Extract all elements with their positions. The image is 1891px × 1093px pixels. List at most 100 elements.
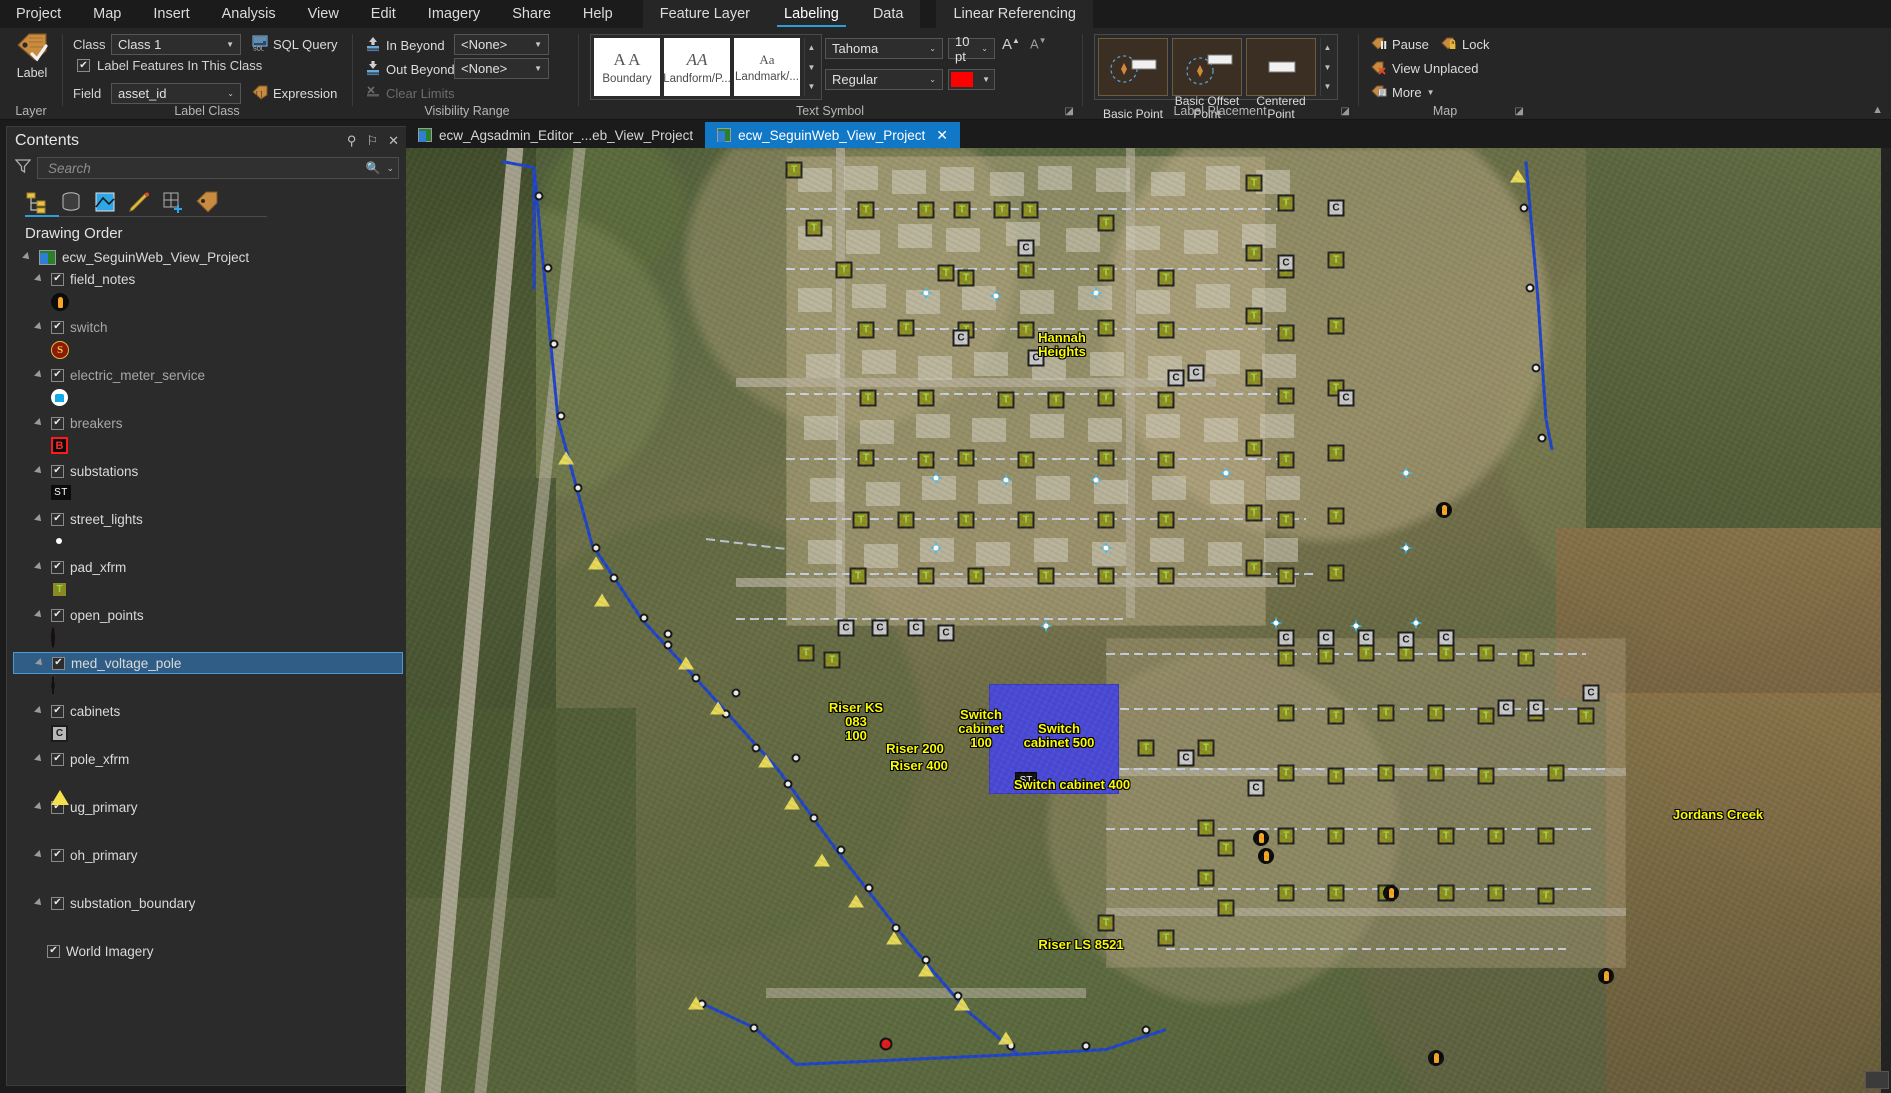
layer-item-field-notes[interactable]: ✔ field_notes	[13, 268, 407, 290]
gallery-scroll-down-icon[interactable]: ▼	[805, 58, 818, 77]
view-unplaced-button[interactable]: View Unplaced	[1368, 58, 1481, 79]
search-input[interactable]	[46, 159, 366, 177]
class-combobox[interactable]: Class 1 ▼	[111, 34, 241, 55]
increase-font-size-button[interactable]: A▲	[1002, 36, 1020, 53]
expander-icon[interactable]	[35, 754, 45, 764]
layer-visibility-checkbox[interactable]: ✔	[51, 464, 64, 478]
text-symbol-dialog-launcher[interactable]: ◪	[1065, 106, 1074, 117]
in-beyond-combobox[interactable]: <None> ▼	[454, 34, 549, 55]
gallery-scrollbar[interactable]: ▲ ▼ ▼	[804, 38, 818, 96]
placement-scroll-up-icon[interactable]: ▲	[1321, 38, 1334, 57]
list-by-editing-icon[interactable]	[127, 190, 151, 214]
layer-visibility-checkbox[interactable]: ✔	[51, 272, 64, 286]
gallery-item-landmark[interactable]: Aa Landmark/...	[734, 38, 800, 96]
menu-insert[interactable]: Insert	[137, 2, 205, 26]
collapse-ribbon-icon[interactable]: ▲	[1872, 104, 1883, 116]
expander-icon[interactable]	[35, 418, 45, 428]
layer-visibility-checkbox[interactable]: ✔	[51, 320, 64, 334]
layer-symbol-street-lights[interactable]	[13, 530, 407, 556]
layer-symbol-field-notes[interactable]	[13, 290, 407, 316]
gallery-item-landform[interactable]: AA Landform/P...	[663, 38, 731, 96]
pause-labeling-button[interactable]: Pause	[1368, 34, 1432, 55]
expander-icon[interactable]	[35, 514, 45, 524]
menu-view[interactable]: View	[292, 2, 355, 26]
layer-symbol-pad-xfrm[interactable]: T	[13, 578, 407, 604]
map-canvas[interactable]: TTTTTTTTTTTTTTTTTTTTTTTTTTTTTTTTTTTTTTTT…	[406, 148, 1891, 1093]
expander-icon[interactable]	[36, 658, 46, 668]
more-labeling-button[interactable]: More ▼	[1368, 82, 1438, 103]
layer-symbol-substation-boundary[interactable]	[13, 914, 407, 940]
expression-button[interactable]: [ ] Expression	[249, 83, 340, 104]
expander-icon[interactable]	[35, 706, 45, 716]
layer-symbol-switch[interactable]: S	[13, 338, 407, 364]
tab-linear-referencing[interactable]: Linear Referencing	[936, 1, 1093, 28]
filter-icon[interactable]	[14, 158, 32, 179]
layer-item-breakers[interactable]: ✔ breakers	[13, 412, 407, 434]
layer-symbol-med-voltage-pole[interactable]	[13, 674, 407, 700]
tab-feature-layer[interactable]: Feature Layer	[643, 1, 767, 28]
search-box[interactable]: 🔍 ⌄	[37, 157, 399, 179]
placement-basic-offset-point[interactable]: Basic Offset Point	[1172, 38, 1242, 121]
out-beyond-button[interactable]: Out Beyond	[362, 59, 458, 80]
in-beyond-button[interactable]: In Beyond	[362, 35, 448, 56]
placement-centered-point[interactable]: Centered Point	[1246, 38, 1316, 121]
tab-data[interactable]: Data	[856, 1, 921, 28]
tab-labeling[interactable]: Labeling	[767, 1, 856, 28]
expander-icon[interactable]	[35, 562, 45, 572]
list-by-selection-icon[interactable]	[93, 190, 117, 214]
layer-visibility-checkbox[interactable]: ✔	[52, 656, 65, 670]
expander-icon[interactable]	[35, 898, 45, 908]
out-beyond-combobox[interactable]: <None> ▼	[454, 58, 549, 79]
list-by-snapping-icon[interactable]	[161, 190, 185, 214]
decrease-font-size-button[interactable]: A▼	[1030, 36, 1047, 51]
expander-icon[interactable]	[35, 610, 45, 620]
layer-item-switch[interactable]: ✔ switch	[13, 316, 407, 338]
layer-symbol-open-points[interactable]	[13, 626, 407, 652]
menu-edit[interactable]: Edit	[355, 2, 412, 26]
auto-hide-pin-icon[interactable]: ⚲	[347, 133, 357, 149]
map-tab-agsadmin-editor[interactable]: ecw_Agsadmin_Editor_...eb_View_Project	[406, 122, 706, 148]
expander-icon[interactable]	[35, 802, 45, 812]
search-icon[interactable]: 🔍	[366, 161, 381, 175]
pin-icon[interactable]: ⚐	[366, 133, 378, 149]
label-features-row[interactable]: ✔ Label Features In This Class	[77, 58, 262, 73]
layer-visibility-checkbox[interactable]: ✔	[51, 896, 64, 910]
expander-icon[interactable]	[35, 370, 45, 380]
menu-project[interactable]: Project	[0, 2, 77, 26]
layer-item-electric-meter-service[interactable]: ✔ electric_meter_service	[13, 364, 407, 386]
list-by-drawing-order-icon[interactable]	[25, 190, 49, 214]
expander-icon[interactable]	[35, 274, 45, 284]
layer-item-street-lights[interactable]: ✔ street_lights	[13, 508, 407, 530]
layer-item-cabinets[interactable]: ✔ cabinets	[13, 700, 407, 722]
tree-root-map[interactable]: ecw_SeguinWeb_View_Project	[13, 246, 407, 268]
menu-map[interactable]: Map	[77, 2, 137, 26]
layer-item-world-imagery[interactable]: ✔ World Imagery	[13, 940, 407, 962]
lock-labeling-button[interactable]: Lock	[1438, 34, 1492, 55]
field-combobox[interactable]: asset_id ⌄	[111, 83, 241, 104]
placement-scroll-down-icon[interactable]: ▼	[1321, 58, 1334, 77]
label-placement-dialog-launcher[interactable]: ◪	[1341, 106, 1350, 117]
expander-icon[interactable]	[35, 850, 45, 860]
search-options-chevron-icon[interactable]: ⌄	[380, 163, 394, 174]
layer-item-pad-xfrm[interactable]: ✔ pad_xfrm	[13, 556, 407, 578]
layer-item-med-voltage-pole[interactable]: ✔ med_voltage_pole	[13, 652, 403, 674]
layer-symbol-ug-primary[interactable]	[13, 818, 407, 844]
font-family-combobox[interactable]: Tahoma ⌄	[825, 38, 943, 59]
layer-visibility-checkbox[interactable]: ✔	[51, 704, 64, 718]
layer-item-substation-boundary[interactable]: ✔ substation_boundary	[13, 892, 407, 914]
placement-basic-point[interactable]: Basic Point	[1098, 38, 1168, 121]
close-icon[interactable]: ✕	[936, 127, 948, 144]
layer-item-ug-primary[interactable]: ✔ ug_primary	[13, 796, 407, 818]
label-features-checkbox[interactable]: ✔	[77, 59, 90, 72]
placement-expand-icon[interactable]: ▼	[1321, 77, 1334, 96]
sql-query-button[interactable]: SQL SQL Query	[249, 34, 341, 55]
gallery-scroll-up-icon[interactable]: ▲	[805, 38, 818, 57]
label-button[interactable]: Label	[6, 32, 58, 102]
layer-item-open-points[interactable]: ✔ open_points	[13, 604, 407, 626]
layer-symbol-pole-xfrm[interactable]	[13, 770, 407, 805]
layer-visibility-checkbox[interactable]: ✔	[51, 608, 64, 622]
expander-icon[interactable]	[35, 322, 45, 332]
basemap-checkbox[interactable]: ✔	[47, 944, 60, 958]
font-size-combobox[interactable]: 10 pt ⌄	[948, 34, 995, 64]
menu-analysis[interactable]: Analysis	[206, 2, 292, 26]
